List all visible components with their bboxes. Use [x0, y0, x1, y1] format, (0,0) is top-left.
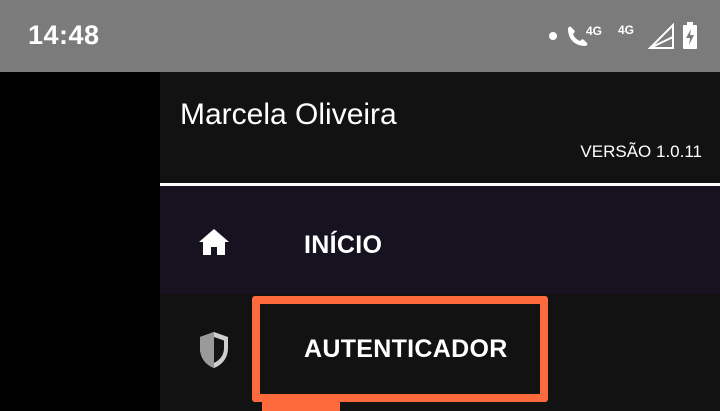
user-name: Marcela Oliveira: [180, 98, 397, 131]
drawer-header: Marcela Oliveira VERSÃO 1.0.11: [160, 72, 720, 183]
shield-icon: [200, 332, 228, 368]
battery-charging-icon: [683, 22, 697, 49]
menu-item-label: INÍCIO: [304, 231, 383, 259]
volte-call-icon: 4G: [568, 24, 602, 46]
signal-icon: [648, 22, 674, 49]
menu-item-inicio[interactable]: INÍCIO: [160, 186, 720, 294]
network-type-icon: 4G: [618, 23, 634, 37]
network-label-2: 4G: [618, 23, 634, 37]
drawer-scrim[interactable]: [0, 72, 160, 411]
status-icons: 4G 4G: [548, 18, 698, 54]
home-icon: [199, 229, 229, 255]
status-bar: 14:48 4G 4G: [0, 0, 720, 72]
app-version: VERSÃO 1.0.11: [580, 142, 702, 161]
menu-item-label: AUTENTICADOR: [304, 335, 508, 363]
notification-dot-icon: [549, 32, 557, 40]
status-time: 14:48: [28, 20, 100, 50]
menu-item-autenticador[interactable]: AUTENTICADOR: [160, 294, 720, 411]
navigation-drawer: Marcela Oliveira VERSÃO 1.0.11 INÍCIO AU…: [160, 72, 720, 411]
network-label-1: 4G: [586, 24, 602, 38]
